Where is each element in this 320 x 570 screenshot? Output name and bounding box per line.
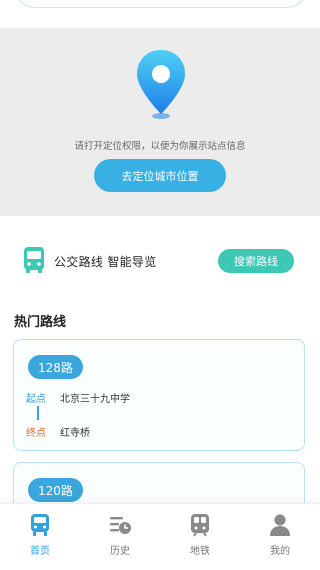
locate-city-button[interactable]: 去定位城市位置 <box>94 159 226 192</box>
bus-home-icon <box>31 514 49 536</box>
tab-mine[interactable]: 我的 <box>240 512 320 568</box>
tab-subway[interactable]: 地铁 <box>160 512 240 568</box>
route-card[interactable]: 128路 起点 北京三十九中学 终点 红寺桥 <box>13 339 305 451</box>
start-label: 起点 <box>26 394 46 405</box>
end-stop-row: 终点 红寺桥 <box>26 424 90 439</box>
route-promo-row: 公交路线 智能导览 搜索路线 <box>0 245 320 277</box>
tab-history[interactable]: 历史 <box>80 512 160 568</box>
hot-routes-title: 热门路线 <box>14 315 67 330</box>
route-connector-line <box>37 406 39 420</box>
start-stop-name: 北京三十九中学 <box>60 394 130 405</box>
search-route-button[interactable]: 搜索路线 <box>218 249 294 273</box>
promo-text: 公交路线 智能导览 <box>54 255 157 269</box>
tab-mine-label: 我的 <box>270 546 290 557</box>
end-stop-name: 红寺桥 <box>60 428 90 439</box>
tab-home[interactable]: 首页 <box>0 512 80 568</box>
bottom-tab-bar: 首页 历史 地铁 我的 <box>0 503 320 570</box>
search-box[interactable] <box>13 0 309 8</box>
location-hint-text: 请打开定位权限，以便为你展示站点信息 <box>74 141 246 152</box>
history-icon <box>110 517 131 534</box>
tab-home-label: 首页 <box>30 546 50 557</box>
tab-subway-label: 地铁 <box>190 546 210 557</box>
tab-history-label: 历史 <box>110 546 130 557</box>
route-name-badge: 128路 <box>28 355 83 379</box>
end-label: 终点 <box>26 428 46 439</box>
location-permission-panel: 请打开定位权限，以便为你展示站点信息 去定位城市位置 <box>0 28 320 216</box>
subway-icon <box>191 514 209 537</box>
location-pin-icon <box>137 50 185 119</box>
bus-icon <box>24 247 44 273</box>
start-stop-row: 起点 北京三十九中学 <box>26 390 130 405</box>
route-name-badge: 120路 <box>28 478 83 502</box>
user-icon <box>270 514 290 536</box>
